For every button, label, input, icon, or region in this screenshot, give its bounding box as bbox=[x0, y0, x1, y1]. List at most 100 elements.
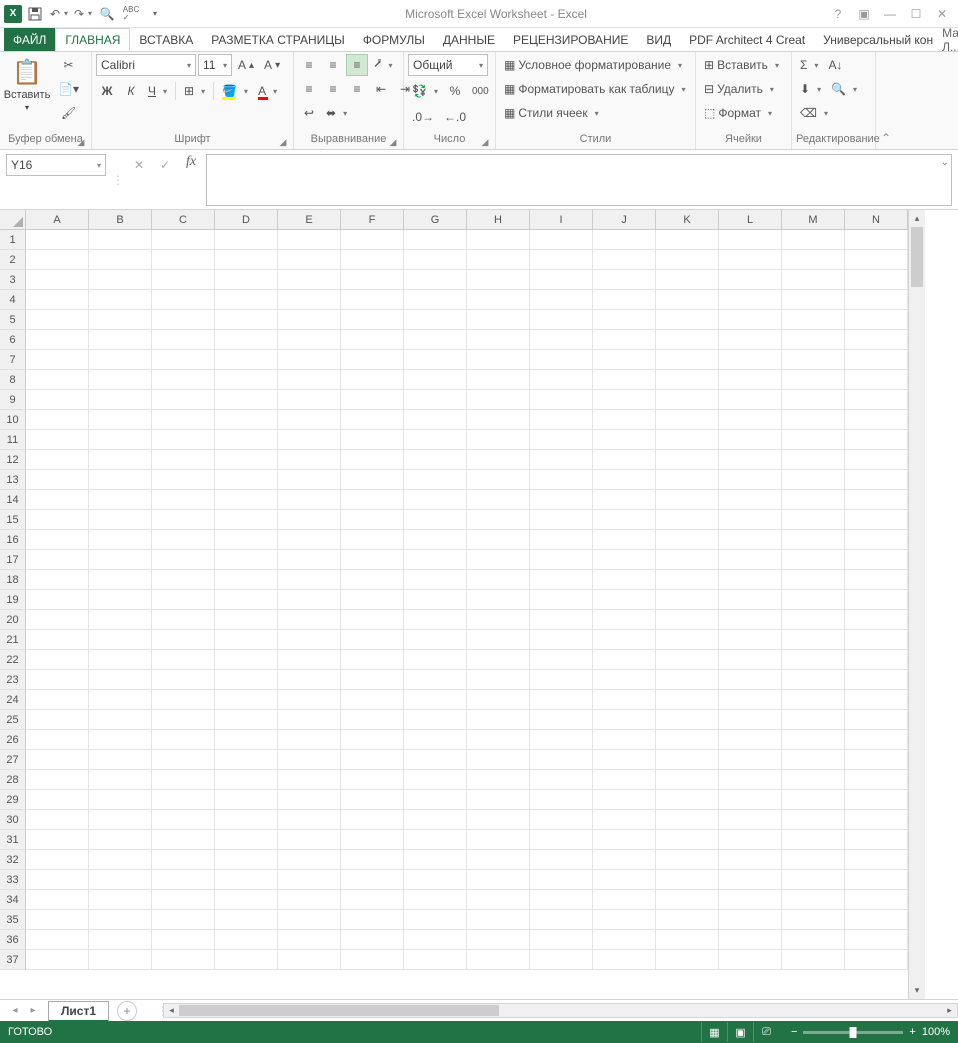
cell[interactable] bbox=[341, 850, 404, 870]
cell[interactable] bbox=[656, 410, 719, 430]
cell[interactable] bbox=[656, 430, 719, 450]
cell[interactable] bbox=[404, 270, 467, 290]
cell[interactable] bbox=[782, 690, 845, 710]
cell[interactable] bbox=[278, 930, 341, 950]
cell[interactable] bbox=[593, 730, 656, 750]
cell[interactable] bbox=[719, 810, 782, 830]
cell[interactable] bbox=[656, 610, 719, 630]
cell[interactable] bbox=[845, 750, 908, 770]
delete-cells-button[interactable]: ⊟ Удалить bbox=[700, 78, 787, 100]
cell[interactable] bbox=[89, 730, 152, 750]
cell[interactable] bbox=[152, 930, 215, 950]
cell[interactable] bbox=[593, 750, 656, 770]
cell[interactable] bbox=[152, 410, 215, 430]
cell[interactable] bbox=[782, 510, 845, 530]
cell[interactable] bbox=[656, 590, 719, 610]
cell[interactable] bbox=[656, 470, 719, 490]
cell[interactable] bbox=[845, 790, 908, 810]
cell[interactable] bbox=[530, 410, 593, 430]
cell[interactable] bbox=[404, 470, 467, 490]
cell[interactable] bbox=[89, 810, 152, 830]
cell[interactable] bbox=[215, 930, 278, 950]
align-right-button[interactable]: ≡ bbox=[346, 78, 368, 100]
cell[interactable] bbox=[89, 450, 152, 470]
cell[interactable] bbox=[530, 230, 593, 250]
cell[interactable] bbox=[656, 690, 719, 710]
cell[interactable] bbox=[26, 330, 89, 350]
cell[interactable] bbox=[26, 450, 89, 470]
orientation-button[interactable]: ⭷ bbox=[370, 54, 396, 76]
cell[interactable] bbox=[278, 850, 341, 870]
cell[interactable] bbox=[215, 270, 278, 290]
row-header[interactable]: 13 bbox=[0, 470, 26, 490]
cell[interactable] bbox=[215, 550, 278, 570]
cell[interactable] bbox=[593, 270, 656, 290]
cell[interactable] bbox=[341, 650, 404, 670]
cell[interactable] bbox=[593, 350, 656, 370]
cell[interactable] bbox=[845, 690, 908, 710]
cell[interactable] bbox=[278, 570, 341, 590]
copy-button[interactable]: 📄▾ bbox=[54, 78, 83, 100]
column-header[interactable]: K bbox=[656, 210, 719, 230]
cell[interactable] bbox=[89, 610, 152, 630]
cell[interactable] bbox=[89, 270, 152, 290]
cell[interactable] bbox=[89, 670, 152, 690]
row-header[interactable]: 36 bbox=[0, 930, 26, 950]
cell[interactable] bbox=[593, 370, 656, 390]
cell[interactable] bbox=[719, 610, 782, 630]
borders-button[interactable]: ⊞ bbox=[180, 80, 209, 102]
cell[interactable] bbox=[278, 370, 341, 390]
cell[interactable] bbox=[782, 390, 845, 410]
cell[interactable] bbox=[404, 510, 467, 530]
cell[interactable] bbox=[530, 510, 593, 530]
cell[interactable] bbox=[593, 790, 656, 810]
cell[interactable] bbox=[26, 730, 89, 750]
cell[interactable] bbox=[26, 470, 89, 490]
zoom-level[interactable]: 100% bbox=[922, 1026, 950, 1038]
cell[interactable] bbox=[845, 430, 908, 450]
row-header[interactable]: 3 bbox=[0, 270, 26, 290]
cell[interactable] bbox=[782, 770, 845, 790]
qat-print-preview[interactable]: 🔍 bbox=[96, 3, 118, 25]
horizontal-scroll-thumb[interactable] bbox=[179, 1005, 499, 1016]
row-header[interactable]: 1 bbox=[0, 230, 26, 250]
cell[interactable] bbox=[530, 330, 593, 350]
cell[interactable] bbox=[89, 350, 152, 370]
cell[interactable] bbox=[782, 830, 845, 850]
tab-data[interactable]: ДАННЫЕ bbox=[434, 28, 504, 51]
cell[interactable] bbox=[845, 570, 908, 590]
cell[interactable] bbox=[593, 430, 656, 450]
cell[interactable] bbox=[656, 270, 719, 290]
cell[interactable] bbox=[845, 890, 908, 910]
cell[interactable] bbox=[89, 910, 152, 930]
cell[interactable] bbox=[467, 350, 530, 370]
cell[interactable] bbox=[404, 330, 467, 350]
cell[interactable] bbox=[341, 830, 404, 850]
cell[interactable] bbox=[26, 370, 89, 390]
cell[interactable] bbox=[152, 430, 215, 450]
row-header[interactable]: 22 bbox=[0, 650, 26, 670]
tab-file[interactable]: ФАЙЛ bbox=[4, 28, 55, 51]
cell[interactable] bbox=[656, 890, 719, 910]
cell[interactable] bbox=[719, 850, 782, 870]
cell[interactable] bbox=[215, 390, 278, 410]
cell[interactable] bbox=[341, 290, 404, 310]
font-launcher[interactable]: ◢ bbox=[277, 137, 289, 149]
cell[interactable] bbox=[719, 270, 782, 290]
cell[interactable] bbox=[719, 430, 782, 450]
cell[interactable] bbox=[341, 790, 404, 810]
merge-button[interactable]: ⬌ bbox=[322, 102, 351, 124]
row-header[interactable]: 34 bbox=[0, 890, 26, 910]
cell[interactable] bbox=[530, 370, 593, 390]
row-header[interactable]: 35 bbox=[0, 910, 26, 930]
column-header[interactable]: I bbox=[530, 210, 593, 230]
cell[interactable] bbox=[656, 710, 719, 730]
cell[interactable] bbox=[845, 390, 908, 410]
cell[interactable] bbox=[26, 750, 89, 770]
row-header[interactable]: 17 bbox=[0, 550, 26, 570]
decrease-indent-button[interactable]: ⇤ bbox=[370, 78, 392, 100]
cell[interactable] bbox=[845, 610, 908, 630]
qat-save[interactable] bbox=[24, 3, 46, 25]
cell[interactable] bbox=[152, 530, 215, 550]
cell[interactable] bbox=[656, 290, 719, 310]
